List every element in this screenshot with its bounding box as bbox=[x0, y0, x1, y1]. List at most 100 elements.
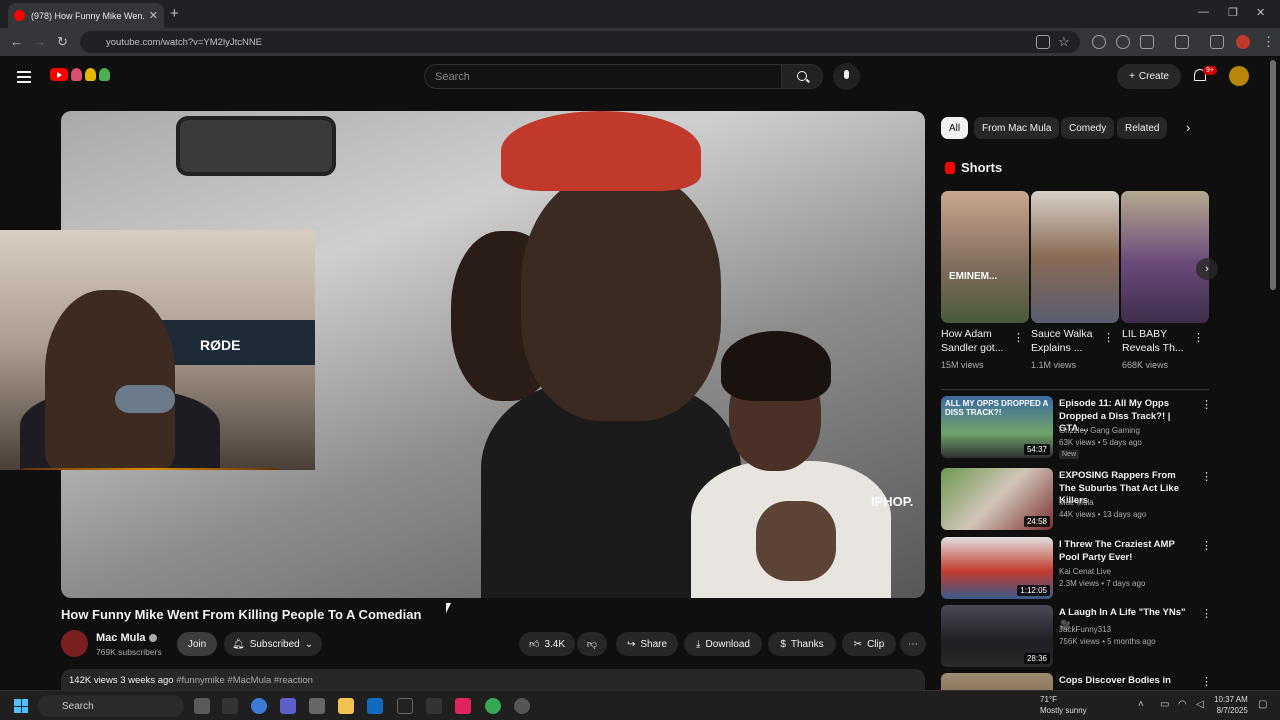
search-button[interactable] bbox=[781, 64, 823, 89]
outlook-icon[interactable] bbox=[367, 698, 383, 714]
media-icon[interactable] bbox=[1210, 35, 1224, 49]
subscribed-button[interactable]: 🔔︎ Subscribed ⌄ bbox=[224, 632, 322, 656]
reload-icon[interactable]: ↻ bbox=[57, 34, 68, 50]
new-tab-icon[interactable]: + bbox=[170, 5, 179, 22]
chip-comedy[interactable]: Comedy bbox=[1061, 117, 1115, 139]
minimize-icon[interactable]: — bbox=[1198, 6, 1209, 18]
wifi-icon[interactable]: ◠ bbox=[1178, 699, 1187, 710]
reactor-overlay bbox=[681, 331, 921, 598]
chevron-right-icon[interactable]: › bbox=[1186, 120, 1190, 135]
video-thumbnail[interactable]: 1:12:05 bbox=[941, 537, 1053, 599]
bookmark-star-icon[interactable]: ☆ bbox=[1058, 34, 1070, 50]
voice-search-button[interactable] bbox=[833, 63, 860, 90]
store-icon[interactable] bbox=[309, 698, 325, 714]
more-options-icon[interactable]: ⋮ bbox=[1193, 331, 1204, 344]
profile-avatar-icon[interactable] bbox=[1236, 35, 1250, 49]
create-button[interactable]: + Create bbox=[1117, 64, 1181, 89]
more-options-icon[interactable]: ⋮ bbox=[1201, 607, 1212, 620]
video-title[interactable]: I Threw The Craziest AMP Pool Party Ever… bbox=[1059, 539, 1191, 564]
app-icon[interactable] bbox=[426, 698, 442, 714]
sidepanel-icon[interactable] bbox=[1175, 35, 1189, 49]
like-button[interactable]: 👍︎ 3.4K bbox=[519, 632, 575, 656]
windows-taskbar: Search 71°F Mostly sunny ˄ ▭ ◠ ◁ 10:37 A… bbox=[0, 690, 1280, 720]
file-explorer-icon[interactable] bbox=[338, 698, 354, 714]
channel-name[interactable]: Kai Cenat Live bbox=[1059, 567, 1111, 576]
url-field[interactable]: youtube.com/watch?v=YM2lyJtcNNE bbox=[80, 31, 1080, 53]
volume-icon[interactable]: ◁ bbox=[1196, 699, 1204, 710]
close-tab-icon[interactable]: ✕ bbox=[149, 9, 158, 22]
short-title[interactable]: How Adam Sandler got... bbox=[941, 327, 1021, 355]
chip-all[interactable]: All bbox=[941, 117, 969, 139]
channel-name[interactable]: Grizzley Gang Gaming bbox=[1059, 426, 1140, 435]
youtube-logo[interactable] bbox=[50, 68, 110, 83]
short-title[interactable]: Sauce Walka Explains ... bbox=[1031, 327, 1111, 355]
install-icon[interactable] bbox=[1036, 35, 1050, 49]
channel-name[interactable]: JackFunny313 bbox=[1059, 625, 1111, 634]
recommendation-item[interactable]: Cops Discover Bodies in ⋮ bbox=[941, 673, 1209, 690]
page-scrollbar[interactable] bbox=[1270, 60, 1276, 290]
chrome-icon[interactable] bbox=[485, 698, 501, 714]
share-button[interactable]: ↪ Share bbox=[616, 632, 678, 656]
recommendation-item[interactable]: 24:58 EXPOSING Rappers From The Suburbs … bbox=[941, 468, 1212, 530]
copilot-icon[interactable] bbox=[251, 698, 267, 714]
dislike-button[interactable]: 👎︎ bbox=[577, 632, 607, 656]
extension-icon[interactable] bbox=[1092, 35, 1106, 49]
app-icon[interactable] bbox=[222, 698, 238, 714]
channel-name[interactable]: Mac Mula bbox=[1059, 498, 1094, 507]
channel-name[interactable]: Mac Mula bbox=[96, 632, 157, 644]
more-options-icon[interactable]: ⋮ bbox=[1201, 470, 1212, 483]
search-input[interactable]: Search bbox=[424, 64, 782, 89]
more-options-icon[interactable]: ⋮ bbox=[1201, 675, 1209, 688]
video-thumbnail[interactable]: ALL MY OPPS DROPPED A DISS TRACK?! 54:37 bbox=[941, 396, 1053, 458]
recommendation-item[interactable]: 1:12:05 I Threw The Craziest AMP Pool Pa… bbox=[941, 537, 1212, 599]
tiktok-icon[interactable] bbox=[455, 698, 471, 714]
view-stats: 142K views 3 weeks ago bbox=[69, 675, 174, 686]
short-thumbnail[interactable] bbox=[1121, 191, 1209, 323]
windows-start-icon[interactable] bbox=[14, 699, 28, 713]
download-label: Download bbox=[705, 638, 750, 650]
share-label: Share bbox=[640, 638, 668, 650]
channel-avatar[interactable] bbox=[61, 630, 88, 657]
account-avatar[interactable] bbox=[1229, 66, 1249, 86]
system-clock[interactable]: 10:37 AM 8/7/2025 bbox=[1214, 694, 1248, 716]
extension-icon[interactable] bbox=[1116, 35, 1130, 49]
video-thumbnail[interactable] bbox=[941, 673, 1053, 690]
task-view-icon[interactable] bbox=[194, 698, 210, 714]
chip-from-channel[interactable]: From Mac Mula bbox=[974, 117, 1060, 139]
forward-icon[interactable]: → bbox=[33, 34, 46, 49]
teams-icon[interactable] bbox=[280, 698, 296, 714]
video-title[interactable]: Cops Discover Bodies in bbox=[1059, 675, 1191, 688]
join-button[interactable]: Join bbox=[177, 632, 217, 656]
browser-tab[interactable]: (978) How Funny Mike Wen... ✕ bbox=[8, 3, 164, 28]
recommendation-item[interactable]: ALL MY OPPS DROPPED A DISS TRACK?! 54:37… bbox=[941, 396, 1212, 459]
download-button[interactable]: ⤓ Download bbox=[684, 632, 762, 656]
taskbar-search[interactable]: Search bbox=[38, 695, 184, 717]
hamburger-menu-icon[interactable] bbox=[17, 71, 31, 86]
video-thumbnail[interactable]: 24:58 bbox=[941, 468, 1053, 530]
clip-button[interactable]: ✂ Clip bbox=[842, 632, 896, 656]
recommendation-item[interactable]: 28:36 A Laugh In A Life "The YNs" 🎥 Jack… bbox=[941, 605, 1212, 667]
chip-related[interactable]: Related bbox=[1117, 117, 1168, 139]
short-title[interactable]: LIL BABY Reveals Th... bbox=[1122, 327, 1202, 355]
close-window-icon[interactable]: ✕ bbox=[1256, 6, 1265, 19]
extensions-puzzle-icon[interactable] bbox=[1140, 35, 1154, 49]
network-icon[interactable]: ▭ bbox=[1160, 699, 1169, 710]
weather-widget[interactable]: 71°F Mostly sunny bbox=[1040, 694, 1087, 716]
app-icon[interactable] bbox=[514, 698, 530, 714]
thanks-button[interactable]: $ Thanks bbox=[768, 632, 836, 656]
video-thumbnail[interactable]: 28:36 bbox=[941, 605, 1053, 667]
more-options-icon[interactable]: ⋮ bbox=[1103, 331, 1114, 344]
short-thumbnail[interactable] bbox=[1031, 191, 1119, 323]
short-thumbnail[interactable]: EMINEM... bbox=[941, 191, 1029, 323]
more-actions-button[interactable]: ⋯ bbox=[900, 632, 926, 656]
browser-menu-icon[interactable]: ⋮ bbox=[1262, 34, 1275, 50]
notification-center-icon[interactable]: ▢ bbox=[1258, 699, 1267, 710]
maximize-icon[interactable]: ❐ bbox=[1228, 6, 1238, 19]
tray-chevron-icon[interactable]: ˄ bbox=[1138, 699, 1144, 710]
more-options-icon[interactable]: ⋮ bbox=[1201, 398, 1212, 411]
more-options-icon[interactable]: ⋮ bbox=[1201, 539, 1212, 552]
shorts-next-button[interactable]: › bbox=[1196, 258, 1218, 280]
back-icon[interactable]: ← bbox=[10, 34, 23, 49]
epic-games-icon[interactable] bbox=[397, 698, 413, 714]
more-options-icon[interactable]: ⋮ bbox=[1013, 331, 1024, 344]
